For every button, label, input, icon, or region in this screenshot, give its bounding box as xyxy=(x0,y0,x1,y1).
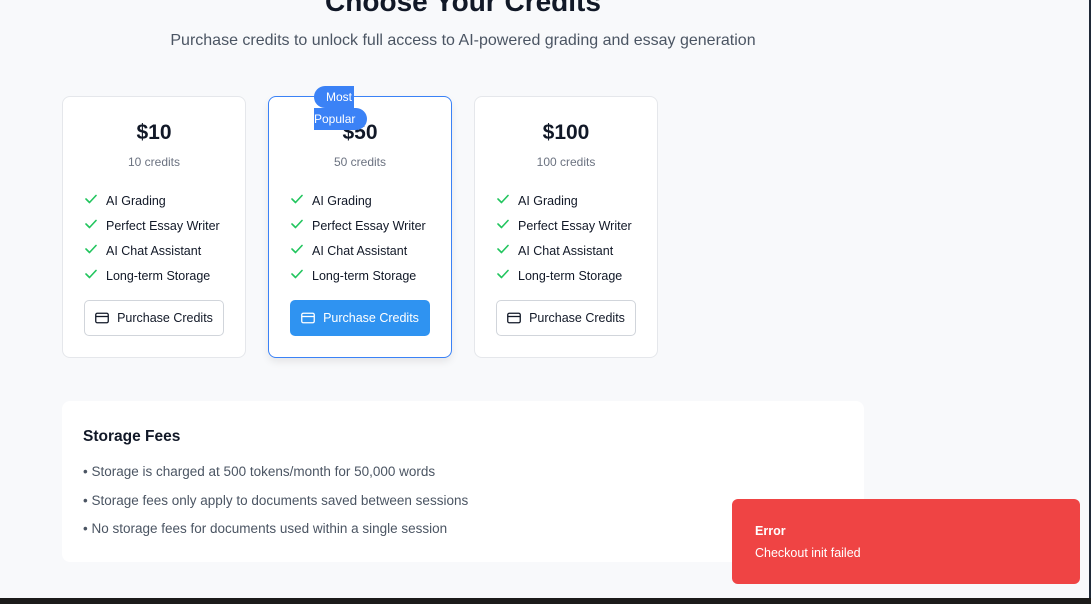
credit-card-icon xyxy=(95,312,109,324)
plan-feature-label: Long-term Storage xyxy=(312,269,417,283)
plan-feature: Perfect Essay Writer xyxy=(497,219,632,244)
plan-feature: AI Grading xyxy=(85,194,220,219)
plan-feature-label: AI Grading xyxy=(518,194,578,208)
plan-feature: AI Grading xyxy=(497,194,632,219)
plan-feature: Perfect Essay Writer xyxy=(291,219,426,244)
plan-feature-list: AI Grading Perfect Essay Writer AI Chat … xyxy=(291,194,426,294)
plan-feature-label: AI Grading xyxy=(312,194,372,208)
purchase-credits-label: Purchase Credits xyxy=(529,311,625,325)
check-icon xyxy=(291,244,312,258)
plan-feature: Long-term Storage xyxy=(497,269,632,294)
plan-card-10: $10 10 credits AI Grading Perfect Essay … xyxy=(62,96,246,358)
plan-feature-label: Perfect Essay Writer xyxy=(518,219,632,233)
storage-fee-item: • Storage is charged at 500 tokens/month… xyxy=(83,464,436,479)
plan-feature-label: Long-term Storage xyxy=(518,269,623,283)
purchase-credits-button[interactable]: Purchase Credits xyxy=(496,300,636,336)
plan-credits: 50 credits xyxy=(333,155,387,169)
storage-fee-item: • No storage fees for documents used wit… xyxy=(83,521,448,536)
check-icon xyxy=(497,269,518,283)
check-icon xyxy=(497,194,518,208)
check-icon xyxy=(85,244,106,258)
plan-feature-label: Perfect Essay Writer xyxy=(312,219,426,233)
toast-message: Checkout init failed xyxy=(755,546,861,560)
storage-fees-title: Storage Fees xyxy=(83,428,181,445)
check-icon xyxy=(291,269,312,283)
check-icon xyxy=(497,219,518,233)
error-toast[interactable]: Error Checkout init failed xyxy=(732,499,1080,584)
purchase-credits-button[interactable]: Purchase Credits xyxy=(84,300,224,336)
plan-feature-list: AI Grading Perfect Essay Writer AI Chat … xyxy=(85,194,220,294)
check-icon xyxy=(85,194,106,208)
storage-fees-list: • Storage is charged at 500 tokens/month… xyxy=(83,464,468,550)
plan-feature: AI Chat Assistant xyxy=(85,244,220,269)
badge-line-1: Most xyxy=(314,86,354,108)
plan-card-100: $100 100 credits AI Grading Perfect Essa… xyxy=(474,96,658,358)
plan-card-50: $50 50 credits AI Grading Perfect Essay … xyxy=(268,96,452,358)
plan-feature: Long-term Storage xyxy=(291,269,426,294)
plan-credits: 10 credits xyxy=(127,155,181,169)
plan-credits: 100 credits xyxy=(536,155,596,169)
plan-feature-label: AI Grading xyxy=(106,194,166,208)
purchase-credits-label: Purchase Credits xyxy=(117,311,213,325)
plan-feature-label: AI Chat Assistant xyxy=(518,244,614,258)
check-icon xyxy=(291,219,312,233)
badge-line-2: Popular xyxy=(314,108,367,130)
plan-price: $10 xyxy=(136,121,172,144)
purchase-credits-button[interactable]: Purchase Credits xyxy=(290,300,430,336)
most-popular-badge: Most Popular xyxy=(314,86,368,130)
plan-feature: Perfect Essay Writer xyxy=(85,219,220,244)
credit-card-icon xyxy=(507,312,521,324)
plan-price: $100 xyxy=(542,121,590,144)
credit-card-icon xyxy=(301,312,315,324)
taskbar-strip xyxy=(0,598,1091,604)
plan-feature: AI Grading xyxy=(291,194,426,219)
check-icon xyxy=(85,219,106,233)
check-icon xyxy=(85,269,106,283)
plan-feature-list: AI Grading Perfect Essay Writer AI Chat … xyxy=(497,194,632,294)
plan-feature-label: AI Chat Assistant xyxy=(312,244,408,258)
plan-feature-label: AI Chat Assistant xyxy=(106,244,202,258)
plan-feature: AI Chat Assistant xyxy=(497,244,632,269)
toast-title: Error xyxy=(755,524,786,538)
plan-feature-label: Long-term Storage xyxy=(106,269,211,283)
storage-fee-item: • Storage fees only apply to documents s… xyxy=(83,492,469,508)
plan-feature-label: Perfect Essay Writer xyxy=(106,219,220,233)
check-icon xyxy=(497,244,518,258)
plan-feature: AI Chat Assistant xyxy=(291,244,426,269)
plan-feature: Long-term Storage xyxy=(85,269,220,294)
pricing-page: Choose Your Credits Purchase credits to … xyxy=(0,0,1091,604)
purchase-credits-label: Purchase Credits xyxy=(323,311,419,325)
page-title: Choose Your Credits xyxy=(325,0,601,17)
page-subtitle: Purchase credits to unlock full access t… xyxy=(170,32,756,49)
check-icon xyxy=(291,194,312,208)
